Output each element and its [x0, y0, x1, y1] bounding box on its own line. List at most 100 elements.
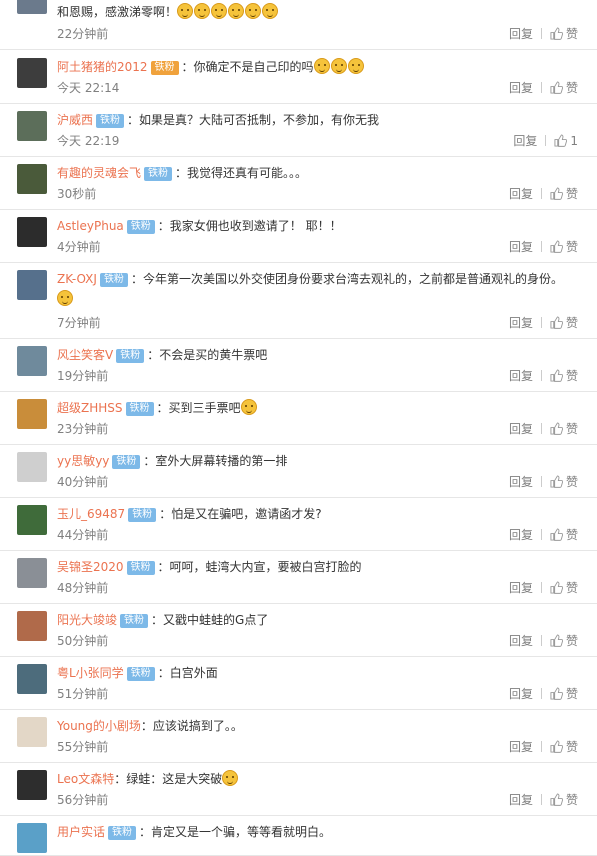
like-button[interactable]: 赞 — [550, 527, 578, 543]
reply-button[interactable]: 回复 — [509, 186, 533, 202]
comment-text-line: 玉儿_69487 铁粉 ：怕是又在骗吧，邀请函才发? — [57, 504, 322, 524]
divider — [540, 635, 542, 646]
avatar[interactable] — [17, 770, 47, 800]
fan-badge: 铁粉 — [120, 614, 149, 628]
divider — [540, 241, 542, 252]
comment-username[interactable]: 粤L小张同学 — [57, 666, 124, 680]
comment-username[interactable]: 阿土猪猪的2012 — [57, 60, 148, 74]
comment-item: ZK-OXJ 铁粉 ：今年第一次美国以外交使团身份要求台湾去观礼的，之前都是普通观礼… — [0, 263, 597, 339]
avatar[interactable] — [17, 270, 47, 300]
comment-username[interactable]: AstleyPhua — [57, 219, 124, 233]
comment-item: 风尘笑客V 铁粉 ：不会是买的黄牛票吧 19分钟前 回复 赞 — [0, 339, 597, 392]
avatar[interactable] — [17, 217, 47, 247]
divider — [540, 688, 542, 699]
comment-item: AstleyPhua 铁粉 ：我家女佣也收到邀请了！ 耶！！ 4分钟前 回复 赞 — [0, 210, 597, 263]
reply-button[interactable]: 回复 — [509, 580, 533, 596]
comment-actions: 回复 赞 — [509, 739, 578, 755]
like-button[interactable]: 赞 — [550, 474, 578, 490]
avatar[interactable] — [17, 558, 47, 588]
fan-badge: 铁粉 — [116, 349, 145, 363]
reply-button[interactable]: 回复 — [509, 527, 533, 543]
like-button[interactable]: 赞 — [550, 792, 578, 808]
reply-button[interactable]: 回复 — [513, 133, 537, 149]
comment-actions: 回复 赞 — [509, 633, 578, 649]
like-button[interactable]: 赞 — [550, 686, 578, 702]
comment-username[interactable]: ZK-OXJ — [57, 272, 97, 286]
like-button[interactable]: 赞 — [550, 421, 578, 437]
like-button[interactable]: 赞 — [550, 633, 578, 649]
divider — [540, 28, 542, 39]
like-button[interactable]: 赞 — [550, 26, 578, 42]
comment-username[interactable]: Young的小剧场 — [57, 719, 141, 733]
avatar[interactable] — [17, 505, 47, 535]
emoji-icon — [240, 399, 257, 415]
comment-username[interactable]: 沪威西 — [57, 113, 93, 127]
emoji-icon — [245, 3, 262, 19]
reply-button[interactable]: 回复 — [509, 315, 533, 331]
comment-item: 用户实话 铁粉 ：肯定又是一个骗，等等看就明白。 — [0, 816, 597, 856]
avatar[interactable] — [17, 346, 47, 376]
avatar[interactable] — [17, 0, 47, 14]
avatar[interactable] — [17, 164, 47, 194]
thumbs-up-icon — [550, 581, 563, 594]
reply-button[interactable]: 回复 — [509, 80, 533, 96]
comment-username[interactable]: yy思敏yy — [57, 454, 109, 468]
comment-text-line: 粤L小张同学 铁粉 ：白宫外面 — [57, 663, 218, 683]
emoji-icon — [347, 58, 364, 74]
comment-text-line: Leo文森特：绿蛙：这是大突破 — [57, 769, 239, 789]
avatar[interactable] — [17, 823, 47, 853]
reply-button[interactable]: 回复 — [509, 633, 533, 649]
avatar[interactable] — [17, 717, 47, 747]
reply-button[interactable]: 回复 — [509, 421, 533, 437]
avatar[interactable] — [17, 58, 47, 88]
reply-button[interactable]: 回复 — [509, 792, 533, 808]
comment-text-line: 风尘笑客V 铁粉 ：不会是买的黄牛票吧 — [57, 345, 267, 365]
comment-actions: 回复 赞 — [509, 421, 578, 437]
emoji-icon — [330, 58, 347, 74]
comment-content: ：应该说搞到了。。 — [140, 719, 243, 733]
avatar[interactable] — [17, 452, 47, 482]
reply-button[interactable]: 回复 — [509, 474, 533, 490]
like-button[interactable]: 1 — [554, 133, 578, 149]
fan-badge: 铁粉 — [128, 508, 157, 522]
like-button[interactable]: 赞 — [550, 239, 578, 255]
avatar[interactable] — [17, 399, 47, 429]
comment-actions: 回复 赞 — [509, 474, 578, 490]
like-button[interactable]: 赞 — [550, 315, 578, 331]
like-button[interactable]: 赞 — [550, 80, 578, 96]
avatar[interactable] — [17, 664, 47, 694]
comment-username[interactable]: 玉儿_69487 — [57, 507, 125, 521]
comment-item: 沪威西 铁粉 ：如果是真？大陆可否抵制，不参加，有你无我 今天 22:19 回复 1 — [0, 104, 597, 157]
thumbs-up-icon — [550, 793, 563, 806]
comment-username[interactable]: 风尘笑客V — [57, 348, 113, 362]
comment-username[interactable]: 吴锦圣2020 — [57, 560, 124, 574]
fan-badge: 铁粉 — [125, 402, 154, 416]
like-button[interactable]: 赞 — [550, 186, 578, 202]
avatar[interactable] — [17, 111, 47, 141]
reply-button[interactable]: 回复 — [509, 739, 533, 755]
like-label: 赞 — [565, 187, 578, 201]
reply-button[interactable]: 回复 — [509, 26, 533, 42]
comment-username[interactable]: 超级ZHHSS — [57, 401, 123, 415]
comment-username[interactable]: 用户实话 — [57, 825, 105, 839]
like-button[interactable]: 赞 — [550, 368, 578, 384]
comment-time: 40分钟前 — [57, 475, 109, 489]
comment-time: 19分钟前 — [57, 369, 109, 383]
comment-username[interactable]: 阳光大竣竣 — [57, 613, 117, 627]
divider — [540, 82, 542, 93]
comment-username[interactable]: 有趣的灵魂会飞 — [57, 166, 141, 180]
emoji-icon — [222, 770, 239, 786]
comment-username[interactable]: Leo文森特 — [57, 772, 114, 786]
comment-item: Leo文森特：绿蛙：这是大突破 56分钟前 回复 赞 — [0, 763, 597, 816]
like-button[interactable]: 赞 — [550, 580, 578, 596]
avatar[interactable] — [17, 611, 47, 641]
reply-button[interactable]: 回复 — [509, 239, 533, 255]
like-label: 赞 — [565, 793, 578, 807]
reply-button[interactable]: 回复 — [509, 686, 533, 702]
reply-button[interactable]: 回复 — [509, 368, 533, 384]
comment-item: 粤L小张同学 铁粉 ：白宫外面 51分钟前 回复 赞 — [0, 657, 597, 710]
thumbs-up-icon — [554, 134, 568, 147]
like-button[interactable]: 赞 — [550, 739, 578, 755]
comment-text-line: 和恩赐，感激涕零啊！ — [57, 2, 279, 22]
comment-item: 和恩赐，感激涕零啊！ 22分钟前 回复 赞 — [0, 0, 597, 50]
